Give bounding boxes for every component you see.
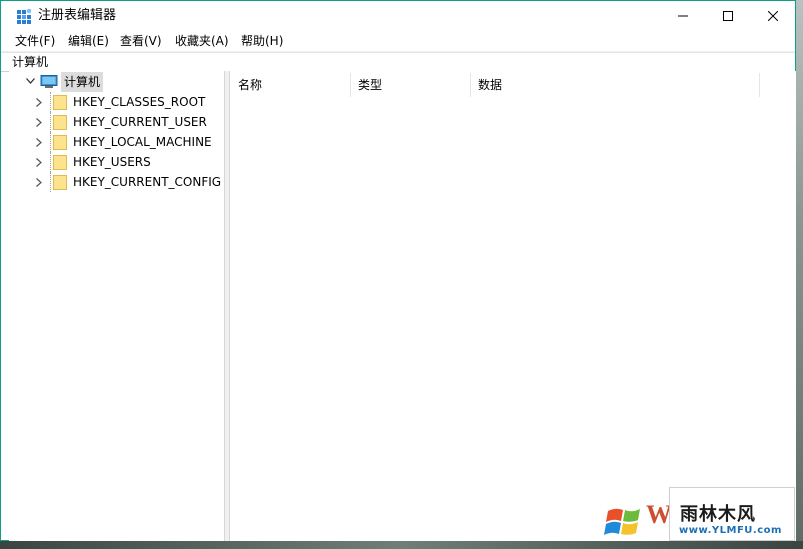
chevron-right-icon[interactable]	[36, 138, 42, 147]
menu-file[interactable]: 文件(F)	[15, 33, 55, 49]
close-button[interactable]	[750, 1, 796, 31]
address-bar[interactable]: 计算机	[1, 52, 795, 72]
values-list-pane[interactable]: 名称 类型 数据	[229, 71, 796, 541]
close-icon	[768, 11, 778, 21]
tree-root-label[interactable]: 计算机	[61, 72, 104, 92]
menu-view[interactable]: 查看(V)	[120, 33, 162, 49]
tree-connector-line	[50, 172, 52, 192]
address-path[interactable]: 计算机	[12, 54, 48, 70]
column-header-name[interactable]: 名称	[230, 73, 351, 97]
chevron-right-icon[interactable]	[36, 118, 42, 127]
minimize-button[interactable]	[660, 1, 706, 31]
menu-help[interactable]: 帮助(H)	[241, 33, 283, 49]
watermark-logo: 雨林木风 www.YLMFU.com	[669, 487, 795, 541]
chevron-down-icon[interactable]	[26, 78, 35, 84]
menu-bar: 文件(F) 编辑(E) 查看(V) 收藏夹(A) 帮助(H)	[1, 31, 795, 52]
watermark-site-url: www.YLMFU.com	[679, 525, 782, 536]
windows-logo-icon	[604, 508, 640, 535]
chevron-right-icon[interactable]	[36, 158, 42, 167]
folder-icon	[53, 115, 67, 130]
desktop-background-bottom	[0, 541, 803, 549]
column-header-data[interactable]: 数据	[471, 73, 760, 97]
window-title: 注册表编辑器	[38, 8, 117, 23]
folder-icon	[53, 155, 67, 170]
column-header-type[interactable]: 类型	[351, 73, 471, 97]
tree-item-label[interactable]: HKEY_LOCAL_MACHINE	[73, 132, 212, 152]
tree-item-hkey-current-user[interactable]: HKEY_CURRENT_USER	[9, 112, 224, 132]
chevron-right-icon[interactable]	[36, 98, 42, 107]
folder-icon	[53, 175, 67, 190]
tree-connector-line	[50, 112, 52, 132]
menu-edit[interactable]: 编辑(E)	[68, 33, 109, 49]
tree-item-label[interactable]: HKEY_CURRENT_CONFIG	[73, 172, 221, 192]
tree-item-label[interactable]: HKEY_CLASSES_ROOT	[73, 92, 205, 112]
tree-item-hkey-current-config[interactable]: HKEY_CURRENT_CONFIG	[9, 172, 224, 192]
tree-item-hkey-classes-root[interactable]: HKEY_CLASSES_ROOT	[9, 92, 224, 112]
tree-item-label[interactable]: HKEY_CURRENT_USER	[73, 112, 207, 132]
tree-connector-line	[50, 132, 52, 152]
menu-favorites[interactable]: 收藏夹(A)	[175, 33, 229, 49]
desktop-background-right	[796, 0, 803, 549]
maximize-button[interactable]	[705, 1, 751, 31]
minimize-icon	[678, 15, 688, 17]
tree-connector-line	[50, 92, 52, 112]
folder-icon	[53, 95, 67, 110]
tree-item-label[interactable]: HKEY_USERS	[73, 152, 151, 172]
registry-editor-window: 注册表编辑器 文件(F) 编辑(E) 查看(V) 收藏夹(A) 帮助(H) 计算…	[0, 0, 796, 541]
tree-connector-line	[50, 152, 52, 172]
computer-icon	[40, 75, 58, 88]
tree-root-computer[interactable]: 计算机	[17, 72, 127, 92]
title-bar[interactable]: 注册表编辑器	[1, 1, 795, 31]
tree-item-hkey-users[interactable]: HKEY_USERS	[9, 152, 224, 172]
watermark-site-name: 雨林木风	[680, 504, 756, 525]
tree-pane: 计算机 HKEY_CLASSES_ROOT HKEY_CURRENT_USER	[9, 71, 225, 541]
folder-icon	[53, 135, 67, 150]
registry-editor-app-icon	[17, 9, 32, 24]
tree-item-hkey-local-machine[interactable]: HKEY_LOCAL_MACHINE	[9, 132, 224, 152]
maximize-icon	[723, 11, 733, 21]
chevron-right-icon[interactable]	[36, 178, 42, 187]
